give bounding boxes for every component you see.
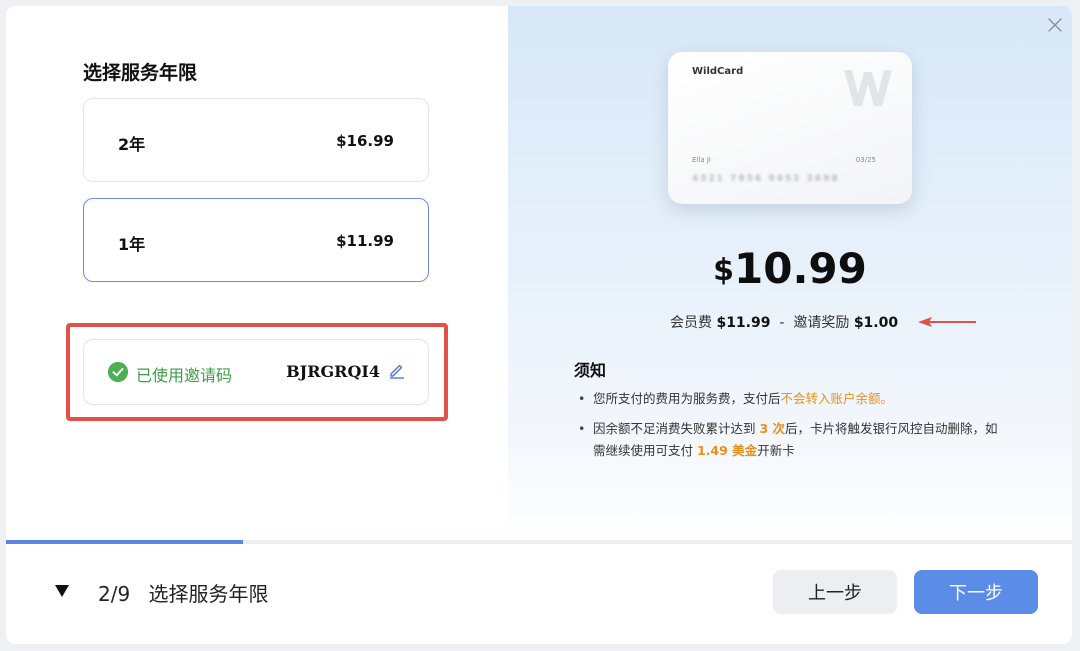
edit-pencil-icon[interactable] [388,361,406,379]
notice-list: 您所支付的费用为服务费，支付后不会转入账户余额。 因余额不足消费失败累计达到 3… [578,388,998,470]
previous-step-button[interactable]: 上一步 [773,570,897,614]
fee-breakdown: 会员费 $11.99 - 邀请奖励 $1.00 [670,312,898,332]
card-number-blurred: 4521 7856 9452 3698 [692,174,840,184]
card-brand: WildCard [692,66,744,77]
plan-price: $16.99 [336,132,394,150]
step-indicator: 2/9 选择服务年限 [98,578,269,607]
step-number: 2/9 [98,582,131,606]
plan-option-1-year[interactable]: 1年 $11.99 [83,198,429,282]
fee-separator: - [779,315,785,331]
invite-code-value: BJRGRQI4 [286,362,380,381]
next-step-button[interactable]: 下一步 [914,570,1038,614]
close-icon[interactable] [1046,16,1064,34]
plan-option-2-year[interactable]: 2年 $16.99 [83,98,429,182]
plan-price: $11.99 [336,232,394,250]
total-price: $10.99 [508,244,1072,293]
price-currency: $ [713,253,734,288]
card-expiry: 03/25 [855,156,876,164]
reward-label: 邀请奖励 [793,315,850,331]
check-circle-icon [108,362,128,382]
right-panel: WildCard Ella Ji 03/25 4521 7856 9452 36… [508,6,1072,540]
wildcard-card-image: WildCard Ella Ji 03/25 4521 7856 9452 36… [668,52,912,204]
notice-item: 因余额不足消费失败累计达到 3 次后，卡片将触发银行风控自动删除，如需继续使用可… [578,418,998,462]
caret-down-icon[interactable] [54,584,70,598]
left-panel: 选择服务年限 2年 $16.99 1年 $11.99 已使用邀请码 BJRGRQ… [6,6,508,540]
plan-name: 1年 [118,235,146,254]
price-amount: 10.99 [734,244,867,293]
fee-value: $11.99 [716,315,771,331]
step-title: 选择服务年限 [148,582,269,606]
section-title: 选择服务年限 [83,62,198,84]
notice-item: 您所支付的费用为服务费，支付后不会转入账户余额。 [578,388,998,410]
reward-value: $1.00 [853,315,899,331]
red-arrow-icon [918,317,976,327]
wildcard-logo-icon [844,70,892,106]
card-holder-name: Ella Ji [692,156,711,164]
invite-status-label: 已使用邀请码 [136,366,233,385]
plan-name: 2年 [118,135,146,154]
footer: 2/9 选择服务年限 上一步 下一步 [6,544,1072,644]
fee-label: 会员费 [670,315,712,331]
notice-title: 须知 [574,361,607,380]
invite-code-box: 已使用邀请码 BJRGRQI4 [83,339,429,405]
dialog: 选择服务年限 2年 $16.99 1年 $11.99 已使用邀请码 BJRGRQ… [6,6,1072,644]
